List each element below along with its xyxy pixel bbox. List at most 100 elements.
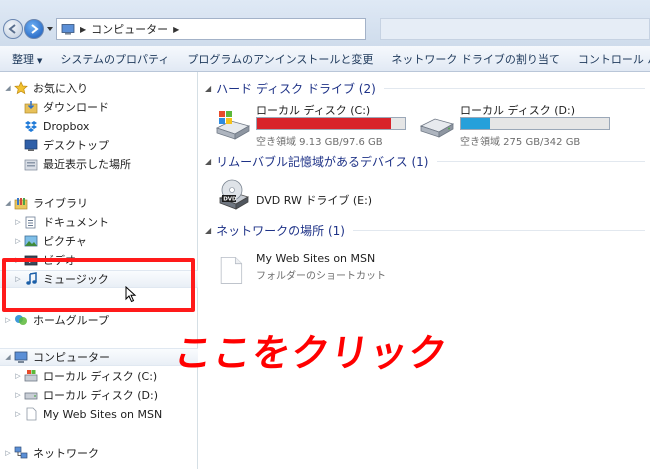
system-drive-icon xyxy=(215,111,251,140)
sidebar-item-documents[interactable]: ▷ ドキュメント xyxy=(0,213,198,231)
sidebar-item-label: ネットワーク xyxy=(33,447,99,460)
collapse-triangle-icon[interactable]: ▷ xyxy=(4,449,12,457)
highlight-box xyxy=(2,258,195,312)
drive-name: ローカル ディスク (C:) xyxy=(256,104,371,117)
collapse-triangle-icon[interactable]: ▷ xyxy=(14,410,22,418)
collapse-triangle-icon[interactable]: ◢ xyxy=(205,157,211,166)
group-title: ネットワークの場所 (1) xyxy=(216,223,345,238)
sidebar-item-pictures[interactable]: ▷ ピクチャ xyxy=(0,232,198,250)
address-row: ▶ コンピューター ▶ xyxy=(0,0,650,46)
collapse-triangle-icon[interactable]: ▷ xyxy=(14,237,22,245)
map-network-drive-button[interactable]: ネットワーク ドライブの割り当て xyxy=(382,51,569,67)
documents-icon xyxy=(24,215,38,229)
sidebar-item-label: ローカル ディスク (D:) xyxy=(43,389,158,402)
drive-usage-bar xyxy=(460,117,610,130)
collapse-triangle-icon[interactable]: ▷ xyxy=(4,316,12,324)
hard-disk-group-header[interactable]: ◢ ハード ディスク ドライブ (2) xyxy=(205,80,645,96)
collapse-triangle-icon[interactable]: ◢ xyxy=(205,84,211,93)
sidebar-item-homegroup[interactable]: ▷ ホームグループ xyxy=(0,311,198,329)
sidebar-item-label: 最近表示した場所 xyxy=(43,158,131,171)
star-icon xyxy=(14,81,28,95)
breadcrumb-computer[interactable]: コンピューター xyxy=(91,21,168,37)
homegroup-icon xyxy=(14,313,28,327)
drive-d-tile[interactable]: ローカル ディスク (D:) 空き領域 275 GB/342 GB xyxy=(418,102,618,150)
group-title: ハード ディスク ドライブ (2) xyxy=(216,81,376,96)
divider xyxy=(383,87,645,89)
collapse-triangle-icon[interactable]: ▷ xyxy=(14,218,22,226)
sidebar-item-computer[interactable]: ◢ コンピューター xyxy=(0,348,198,366)
sidebar-item-label: ホームグループ xyxy=(33,314,110,327)
sidebar-item-web-sites[interactable]: ▷ My Web Sites on MSN xyxy=(0,405,198,423)
sidebar-item-local-disk-c[interactable]: ▷ ローカル ディスク (C:) xyxy=(0,367,198,385)
collapse-triangle-icon[interactable]: ◢ xyxy=(205,226,211,235)
click-here-label: ここをクリック xyxy=(171,331,451,375)
sidebar-item-label: デスクトップ xyxy=(43,139,109,152)
recent-places-icon xyxy=(24,157,38,171)
shortcut-name: My Web Sites on MSN xyxy=(256,252,376,265)
sidebar-item-local-disk-d[interactable]: ▷ ローカル ディスク (D:) xyxy=(0,386,198,404)
search-box[interactable] xyxy=(380,18,650,40)
shortcut-file-icon xyxy=(220,256,243,284)
sidebar-item-label: ピクチャ xyxy=(43,235,87,248)
drive-c-tile[interactable]: ローカル ディスク (C:) 空き領域 9.13 GB/97.6 GB xyxy=(214,102,414,150)
pictures-icon xyxy=(24,234,38,248)
shortcut-file-icon xyxy=(24,407,38,421)
collapse-triangle-icon[interactable]: ▷ xyxy=(14,372,22,380)
collapse-triangle-icon[interactable]: ▷ xyxy=(14,391,22,399)
chevron-right-icon[interactable]: ▶ xyxy=(173,25,179,34)
libraries-folder-icon xyxy=(14,196,28,210)
expand-triangle-icon[interactable]: ◢ xyxy=(4,84,12,92)
sidebar-item-downloads[interactable]: ダウンロード xyxy=(0,98,198,116)
sidebar-item-label: ドキュメント xyxy=(43,216,109,229)
sidebar-item-network[interactable]: ▷ ネットワーク xyxy=(0,444,198,462)
back-button[interactable] xyxy=(3,19,23,39)
sidebar-item-label: お気に入り xyxy=(33,82,88,95)
sidebar-item-recent-places[interactable]: 最近表示した場所 xyxy=(0,155,198,173)
sidebar-item-dropbox[interactable]: Dropbox xyxy=(0,117,198,135)
organize-button[interactable]: 整理 ▼ xyxy=(0,51,51,67)
network-icon xyxy=(14,446,28,460)
sidebar-item-label: ライブラリ xyxy=(33,197,88,210)
chevron-down-icon: ▼ xyxy=(37,56,43,65)
hard-drive-icon xyxy=(24,388,38,402)
svg-text:DVD: DVD xyxy=(223,197,237,203)
sidebar-item-label: My Web Sites on MSN xyxy=(43,407,163,421)
sidebar-item-desktop[interactable]: デスクトップ xyxy=(0,136,198,154)
address-bar[interactable]: ▶ コンピューター ▶ xyxy=(56,18,366,40)
system-properties-button[interactable]: システムのプロパティ xyxy=(51,51,178,67)
system-drive-icon xyxy=(24,369,38,383)
drive-free-space: 空き領域 9.13 GB/97.6 GB xyxy=(256,137,383,148)
web-sites-tile[interactable]: My Web Sites on MSN フォルダーのショートカット xyxy=(214,248,414,288)
network-location-group-header[interactable]: ◢ ネットワークの場所 (1) xyxy=(205,222,645,238)
uninstall-button[interactable]: プログラムのアンインストールと変更 xyxy=(178,51,382,67)
sidebar-item-label: ダウンロード xyxy=(43,101,109,114)
sidebar-item-label: ローカル ディスク (C:) xyxy=(43,370,158,383)
command-bar: 整理 ▼ システムのプロパティ プログラムのアンインストールと変更 ネットワーク … xyxy=(0,46,650,72)
organize-label: 整理 xyxy=(12,52,34,66)
drive-usage-fill xyxy=(257,118,392,129)
computer-icon xyxy=(61,23,75,35)
drive-usage-fill xyxy=(461,118,490,129)
dropbox-icon xyxy=(24,119,38,133)
expand-triangle-icon[interactable]: ◢ xyxy=(4,353,12,361)
downloads-folder-icon xyxy=(24,100,38,114)
removable-group-header[interactable]: ◢ リムーバブル記憶域があるデバイス (1) xyxy=(205,153,645,169)
sidebar-item-favorites[interactable]: ◢ お気に入り xyxy=(0,79,198,97)
group-title: リムーバブル記憶域があるデバイス (1) xyxy=(216,154,429,169)
divider xyxy=(352,229,645,231)
sidebar-item-label: Dropbox xyxy=(43,119,90,133)
sidebar-item-libraries[interactable]: ◢ ライブラリ xyxy=(0,194,198,212)
drive-name: DVD RW ドライブ (E:) xyxy=(256,194,373,207)
sidebar-item-label: コンピューター xyxy=(33,351,110,364)
drive-usage-bar xyxy=(256,117,406,130)
back-arrow-icon xyxy=(8,24,16,34)
chevron-right-icon[interactable]: ▶ xyxy=(80,25,86,34)
forward-arrow-icon xyxy=(31,24,39,34)
expand-triangle-icon[interactable]: ◢ xyxy=(4,199,12,207)
recent-pages-chevron-down-icon[interactable] xyxy=(46,25,54,33)
dvd-drive-tile[interactable]: DVD DVD RW ドライブ (E:) xyxy=(214,178,414,218)
divider xyxy=(436,160,645,162)
control-panel-button[interactable]: コントロール パネルを開 xyxy=(569,51,650,67)
forward-button[interactable] xyxy=(24,19,44,39)
drive-name: ローカル ディスク (D:) xyxy=(460,104,575,117)
